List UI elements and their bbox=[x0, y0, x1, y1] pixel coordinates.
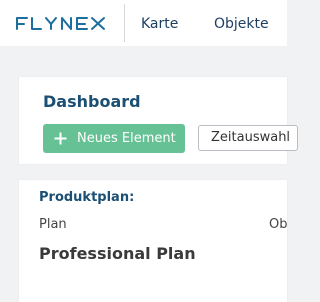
plus-icon bbox=[54, 132, 67, 145]
second-column-label: Ob bbox=[269, 217, 288, 232]
nav-item-karte[interactable]: Karte bbox=[141, 15, 178, 33]
dashboard-card: Dashboard Neues Element Zeitauswahl bbox=[19, 77, 298, 164]
nav-item-objekte[interactable]: Objekte bbox=[214, 15, 269, 33]
new-element-label: Neues Element bbox=[77, 131, 176, 146]
new-element-button[interactable]: Neues Element bbox=[43, 124, 185, 153]
page-title: Dashboard bbox=[43, 92, 141, 111]
product-plan-card: Produktplan: Plan Ob Professional Plan bbox=[19, 180, 287, 302]
time-select-dropdown[interactable]: Zeitauswahl bbox=[198, 125, 298, 151]
nav-divider bbox=[124, 4, 125, 42]
flynex-logo[interactable] bbox=[15, 15, 107, 31]
plan-label: Plan bbox=[39, 217, 67, 232]
top-navigation-bar: Karte Objekte bbox=[0, 0, 287, 46]
plan-value: Professional Plan bbox=[39, 244, 196, 263]
product-plan-heading: Produktplan: bbox=[39, 190, 135, 205]
